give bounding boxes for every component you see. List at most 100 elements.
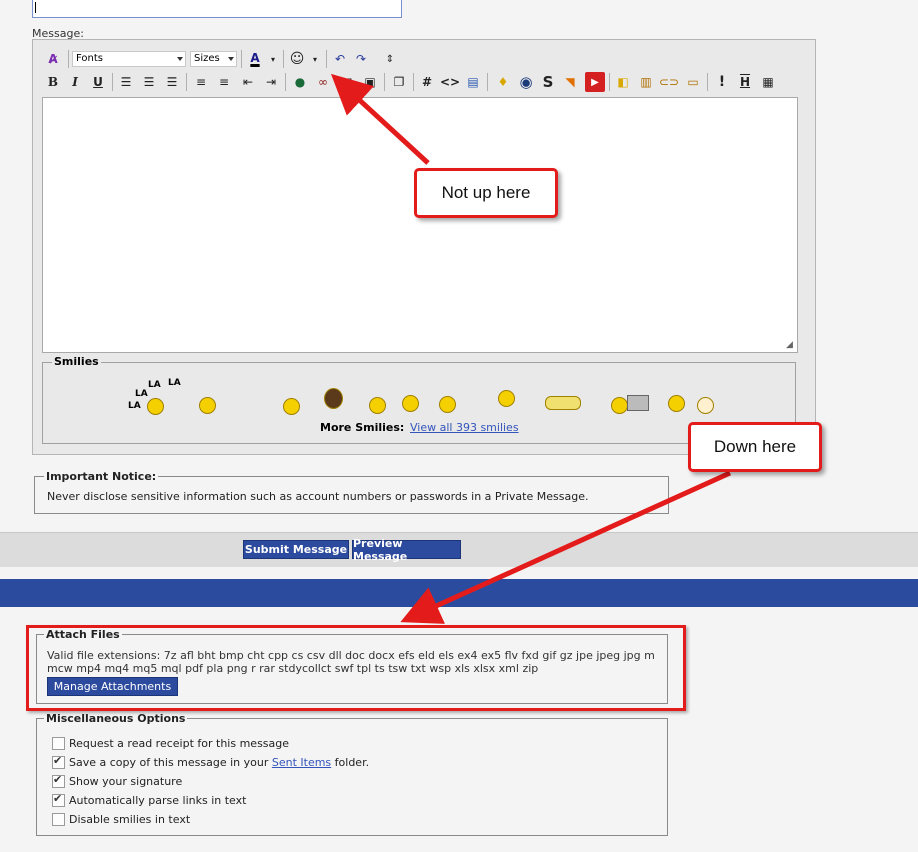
exclamation-icon[interactable]: !	[713, 73, 731, 91]
save-copy-label-suffix: folder.	[331, 755, 370, 769]
smilies-legend: Smilies	[52, 355, 101, 368]
pages-icon[interactable]: ◧	[614, 73, 632, 91]
insert-image-icon[interactable]: ▣	[361, 73, 379, 91]
indent-icon[interactable]: ⇥	[262, 73, 280, 91]
smiley-wink-icon[interactable]	[402, 395, 419, 412]
unordered-list-icon[interactable]: ≡	[215, 73, 233, 91]
smiley-sleepy-icon[interactable]	[199, 397, 216, 414]
message-textarea[interactable]	[42, 97, 798, 353]
show-signature-checkbox[interactable]	[52, 773, 65, 788]
smiley-cool-icon[interactable]	[369, 397, 386, 414]
align-center-icon[interactable]: ☰	[140, 73, 158, 91]
toolbar-separator	[326, 50, 327, 68]
toolbar-separator	[285, 73, 286, 91]
unlink-icon[interactable]: ∞	[314, 73, 332, 91]
smiley-lazy-icon[interactable]	[545, 396, 581, 410]
parse-links-option[interactable]: Automatically parse links in text	[52, 792, 246, 808]
ordered-list-icon[interactable]: ≡	[192, 73, 210, 91]
smiley-la-text: LA	[135, 389, 148, 399]
toolbar-separator	[68, 50, 69, 68]
code-icon[interactable]: #	[418, 73, 436, 91]
resize-handle-icon[interactable]: ◢	[786, 340, 793, 350]
toolbar-separator	[609, 73, 610, 91]
resize-editor-icon[interactable]: ⇕	[381, 50, 399, 68]
align-right-icon[interactable]: ☰	[163, 73, 181, 91]
size-select[interactable]: Sizes	[190, 51, 237, 67]
underline-button[interactable]: U	[89, 73, 107, 91]
quote-icon[interactable]: ❐	[390, 73, 408, 91]
read-receipt-checkbox[interactable]	[52, 736, 65, 750]
rss-icon[interactable]: ◥	[561, 73, 579, 91]
lightbulb-icon[interactable]: ♦	[494, 73, 512, 91]
subject-input[interactable]	[32, 0, 402, 18]
show-signature-option[interactable]: Show your signature	[52, 773, 182, 789]
save-copy-label: Save a copy of this message in your	[69, 755, 272, 769]
parse-links-label: Automatically parse links in text	[69, 793, 247, 807]
smiley-sleeping-icon[interactable]	[668, 395, 685, 412]
remove-format-icon[interactable]: A̷	[44, 50, 62, 68]
attach-files-highlight	[26, 625, 686, 711]
font-select-label: Fonts	[76, 53, 103, 64]
heading-icon[interactable]: H	[736, 73, 754, 91]
disable-smilies-option[interactable]: Disable smilies in text	[52, 811, 190, 827]
disable-smilies-checkbox[interactable]	[52, 812, 65, 826]
smiley-alien-icon[interactable]	[498, 390, 515, 407]
smiley-singing-icon[interactable]	[147, 398, 164, 415]
strikethrough-s-icon[interactable]: S	[539, 73, 557, 91]
smiley-pirate-icon[interactable]	[324, 388, 343, 409]
toolbar-separator	[487, 73, 488, 91]
more-smilies-label: More Smilies:	[320, 421, 405, 434]
align-left-icon[interactable]: ☰	[117, 73, 135, 91]
toolbar-separator	[241, 50, 242, 68]
disable-smilies-label: Disable smilies in text	[69, 812, 191, 826]
toolbar-separator	[707, 73, 708, 91]
insert-email-icon[interactable]: ✉	[338, 73, 356, 91]
chain-icon[interactable]: ⊂⊃	[659, 73, 679, 91]
view-all-smilies-link[interactable]: View all 393 smilies	[410, 421, 519, 434]
parse-links-checkbox[interactable]	[52, 792, 65, 807]
save-copy-checkbox[interactable]	[52, 754, 65, 769]
html-icon[interactable]: <>	[440, 73, 460, 91]
book-icon[interactable]: ▥	[637, 73, 655, 91]
misc-options-legend: Miscellaneous Options	[44, 712, 188, 725]
sent-items-link[interactable]: Sent Items	[272, 756, 331, 769]
smiley-smile-icon[interactable]	[283, 398, 300, 415]
callout-not-up-here: Not up here	[414, 168, 558, 218]
smiley-computer-icon[interactable]	[611, 397, 628, 414]
smiley-picker-icon[interactable]: ☺	[288, 50, 306, 68]
outdent-icon[interactable]: ⇤	[239, 73, 257, 91]
smiley-la-text: LA	[128, 401, 141, 411]
italic-button[interactable]: I	[66, 73, 84, 91]
target-icon[interactable]: ◉	[517, 73, 535, 91]
smiley-grimace-icon[interactable]	[697, 397, 714, 414]
toolbar-separator	[283, 50, 284, 68]
font-select[interactable]: Fonts	[72, 51, 186, 67]
chevron-down-icon	[228, 57, 234, 61]
undo-icon[interactable]: ↶	[331, 50, 349, 68]
php-icon[interactable]: ▤	[464, 73, 482, 91]
video-play-icon[interactable]: ▶	[585, 72, 605, 92]
bold-button[interactable]: B	[44, 73, 62, 91]
chevron-down-icon[interactable]: ▾	[306, 50, 324, 68]
read-receipt-option[interactable]: Request a read receipt for this message	[52, 735, 289, 751]
redo-icon[interactable]: ↷	[352, 50, 370, 68]
font-color-icon[interactable]: A	[246, 49, 264, 67]
show-signature-label: Show your signature	[69, 774, 183, 788]
submit-message-button[interactable]: Submit Message	[243, 540, 349, 559]
box-icon[interactable]: ▭	[684, 73, 702, 91]
callout-down-here: Down here	[688, 422, 822, 472]
insert-link-icon[interactable]: ●	[291, 73, 309, 91]
toolbar-separator	[112, 73, 113, 91]
chevron-down-icon[interactable]: ▾	[264, 50, 282, 68]
section-header-band	[0, 579, 918, 607]
size-select-label: Sizes	[194, 53, 220, 64]
toolbar-separator	[413, 73, 414, 91]
smiley-grin-icon[interactable]	[439, 396, 456, 413]
smiley-la-text: LA	[148, 380, 161, 390]
preview-message-button[interactable]: Preview Message	[352, 537, 461, 563]
important-notice-legend: Important Notice:	[44, 470, 159, 483]
table-icon[interactable]: ▦	[759, 73, 777, 91]
smiley-la-text: LA	[168, 378, 181, 388]
text-caret	[35, 2, 36, 13]
save-copy-option[interactable]: Save a copy of this message in your Sent…	[52, 754, 369, 770]
